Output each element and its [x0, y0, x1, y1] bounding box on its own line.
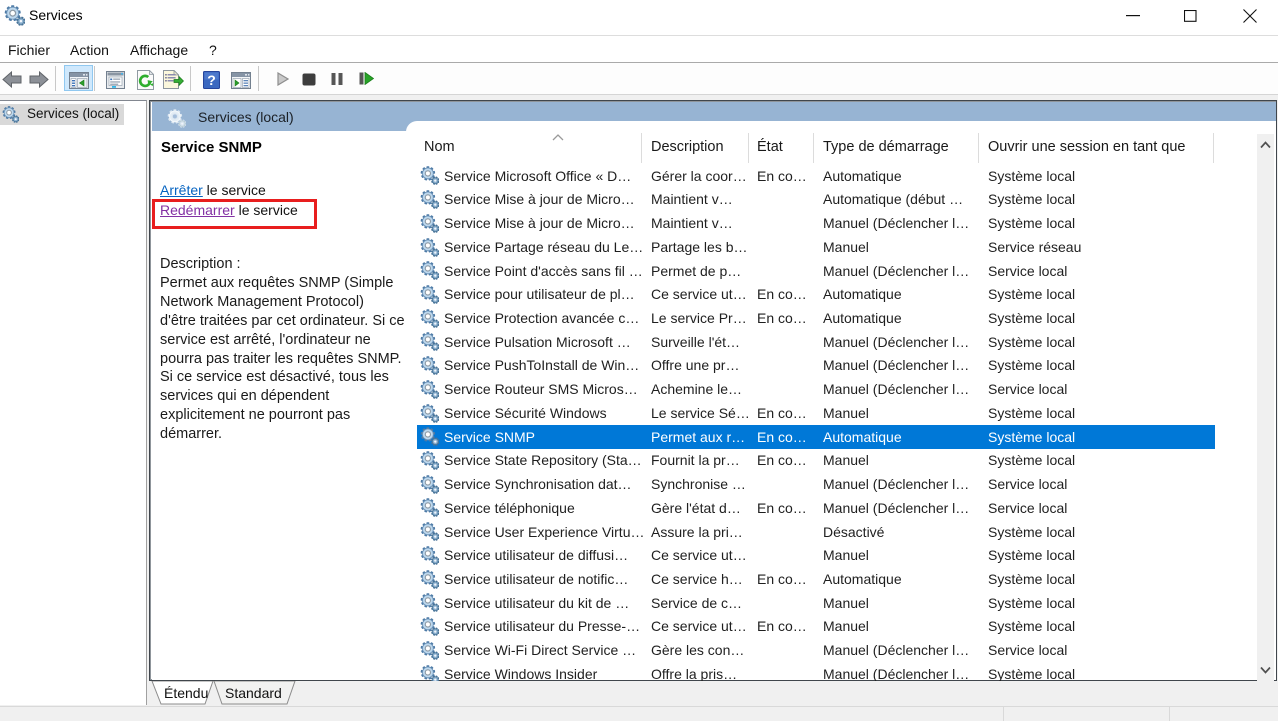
svg-text:?: ? — [207, 72, 216, 88]
